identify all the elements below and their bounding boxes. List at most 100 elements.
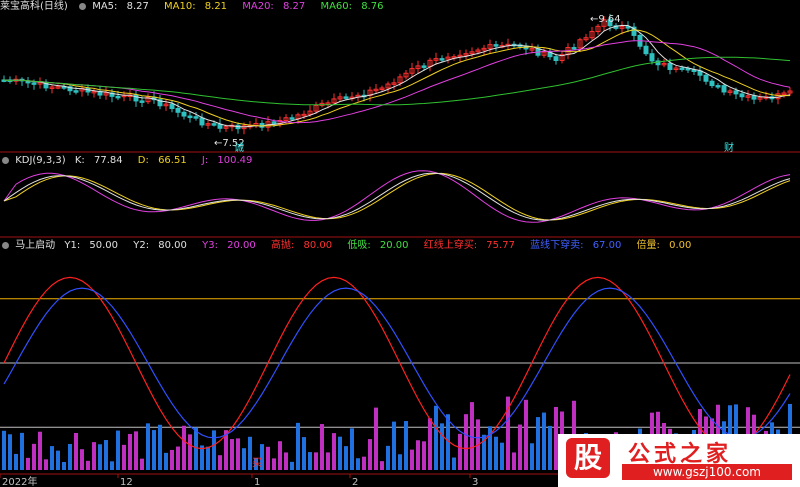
volume-bar [290, 461, 294, 470]
date-tick-label: 2 [352, 477, 358, 487]
watermark-banner: 股 公式之家 www.gszj100.com [558, 434, 800, 487]
volume-bar [308, 452, 312, 470]
ma60-value: 8.76 [361, 1, 384, 12]
volume-bar [182, 425, 186, 470]
candle-body [679, 67, 685, 71]
y3: Y3: 20.00 [202, 240, 262, 251]
volume-bar [86, 460, 90, 470]
volume-bar [500, 442, 504, 470]
ma60-legend: MA60: 8.76 [320, 1, 389, 12]
ma20-label: MA20: [242, 1, 274, 12]
buy-marker: 买 [252, 457, 262, 469]
volume-bar [536, 417, 540, 470]
candle-body [739, 93, 745, 98]
volume-bar [530, 443, 534, 470]
low-label: 低吸: [347, 240, 371, 251]
candle-body [193, 116, 199, 119]
volume-bar [422, 441, 426, 470]
volume-bar [338, 436, 342, 470]
candle-body [73, 90, 79, 93]
marker-right: 财 [724, 141, 734, 154]
ma5-value: 8.27 [126, 1, 149, 12]
high-sell: 高抛: 80.00 [271, 240, 338, 251]
volume-bar [206, 446, 210, 470]
volume-bar [344, 446, 348, 470]
date-tick-label: 3 [472, 477, 478, 487]
symbol-title[interactable]: 莱宝高科(日线) [0, 1, 68, 12]
volume-bar [188, 434, 192, 470]
vol-label: 倍量: [636, 240, 660, 251]
date-axis: 2022年 12 1 2 3 [0, 474, 478, 487]
candle-body [709, 80, 715, 87]
volume-bar [176, 446, 180, 470]
indicator-title[interactable]: 马上启动 [15, 240, 55, 251]
volume-bar [266, 446, 270, 470]
volume-bar [386, 445, 390, 470]
volume-bar [218, 455, 222, 470]
volume-bar [164, 452, 168, 470]
volume-bar [242, 448, 246, 470]
volume-bar [542, 412, 546, 470]
low-value: 20.00 [379, 240, 409, 251]
volume-bar [416, 440, 420, 470]
kdj-k: K: 77.84 [75, 155, 129, 166]
price-panel: ←9.64←7.52诚财 [1, 13, 793, 154]
volume-bar [518, 424, 522, 470]
ma20-line [3, 40, 791, 124]
volume-bar [230, 439, 234, 470]
marker-left: 诚 [234, 142, 244, 154]
kdj-j: J: 100.49 [202, 155, 259, 166]
kdj-d: D: 66.51 [138, 155, 193, 166]
volume-bar [50, 446, 54, 470]
watermark-url: www.gszj100.com [622, 464, 792, 480]
volume-bar [62, 461, 66, 470]
y1: Y1: 50.00 [64, 240, 124, 251]
volume-bar [98, 444, 102, 470]
settings-dot-icon[interactable] [2, 156, 9, 164]
kdj-legend: KDJ(9,3,3) K: 77.84 D: 66.51 J: 100.49 [0, 154, 264, 167]
candle-body [493, 44, 499, 47]
volume-bar [392, 421, 396, 470]
y2-value: 80.00 [158, 240, 187, 251]
volume-bar [128, 433, 132, 470]
candle-body [649, 53, 655, 62]
volume-bar [296, 422, 300, 470]
panel-grid [0, 151, 800, 475]
volume-bar [458, 433, 462, 470]
volume-bar [320, 424, 324, 470]
ma5-label: MA5: [92, 1, 118, 12]
date-tick-label: 12 [120, 477, 133, 487]
d-value: 66.51 [158, 155, 187, 166]
volume-bar [452, 457, 456, 470]
volume-bar [32, 443, 36, 470]
ma10-line [3, 29, 790, 127]
volume-bar [368, 439, 372, 470]
ma20-value: 8.27 [282, 1, 306, 12]
high-price-label: ←9.64 [590, 14, 621, 25]
volume-bar [428, 418, 432, 470]
date-tick-label: 2022年 [2, 475, 37, 487]
volume-bar [92, 442, 96, 470]
kdj-title[interactable]: KDJ(9,3,3) [15, 155, 65, 166]
settings-dot-icon[interactable] [2, 241, 9, 249]
d-label: D: [137, 155, 149, 166]
vol-value: 0.00 [669, 240, 692, 251]
volume-bar [152, 430, 156, 470]
volume-bar [38, 431, 42, 470]
settings-dot-icon[interactable] [79, 2, 86, 10]
candle-body [751, 95, 757, 100]
y2: Y2: 80.00 [133, 240, 193, 251]
candle-body [115, 95, 121, 99]
volume-bar [212, 430, 216, 470]
blue-cross: 蓝线下穿卖: 67.00 [530, 240, 627, 251]
kdj-d-line [3, 172, 791, 221]
blue-label: 蓝线下穿卖: [530, 240, 584, 251]
candle-body [715, 85, 721, 88]
volume-bar [434, 405, 438, 470]
kdj-j-line [3, 170, 791, 223]
volume-bar [494, 436, 498, 470]
volume-bar [302, 437, 306, 470]
volume-bar [14, 453, 18, 470]
volume-bar [440, 423, 444, 470]
y3-value: 20.00 [227, 240, 256, 251]
